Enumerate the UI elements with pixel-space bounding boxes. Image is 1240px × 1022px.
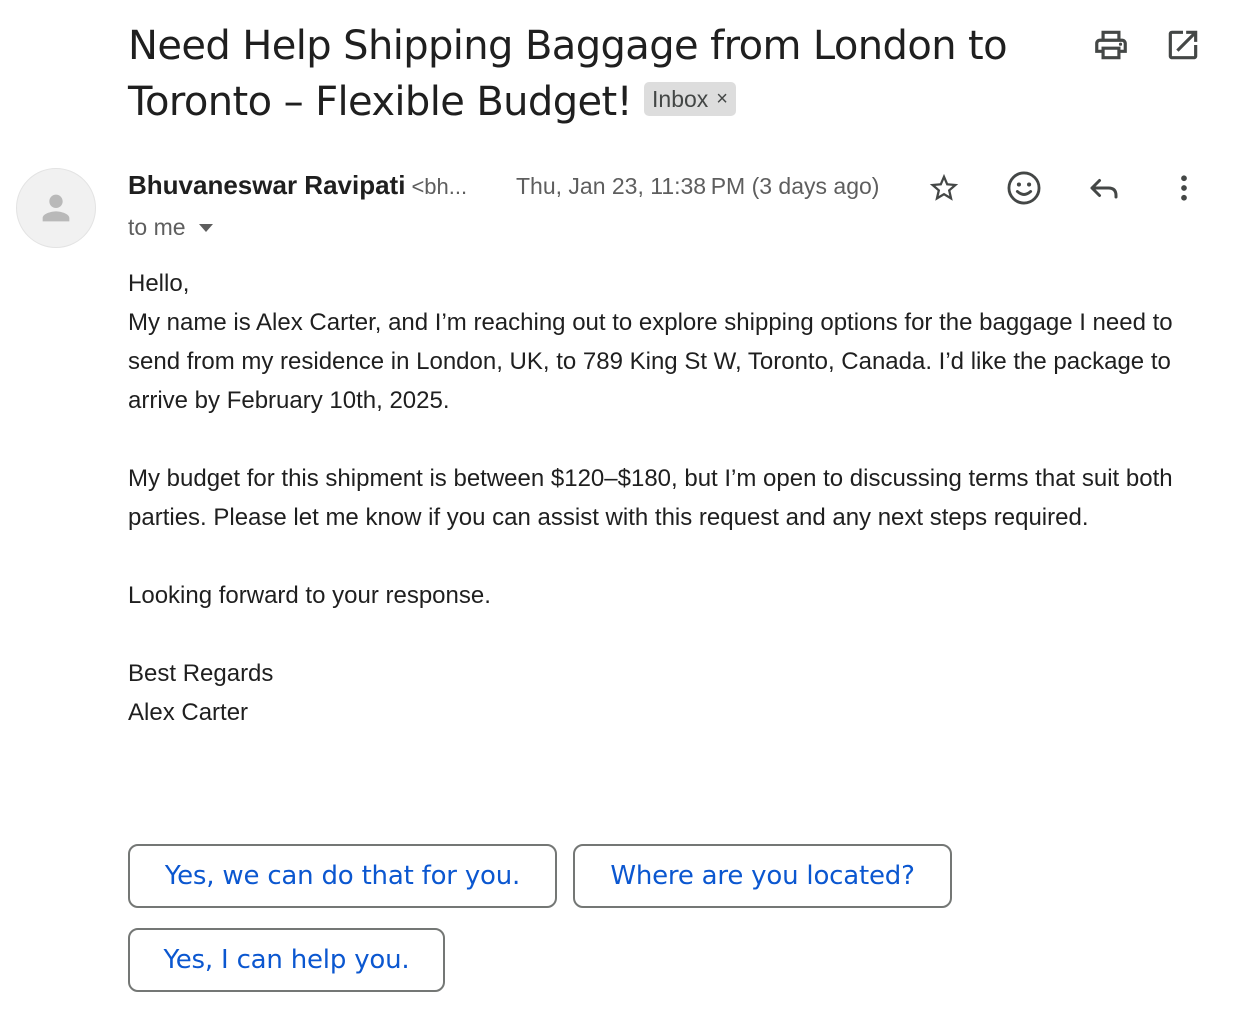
label-text: Inbox (652, 86, 709, 112)
smart-reply-button[interactable]: Where are you located? (573, 844, 952, 908)
recipient-text: to me (128, 214, 186, 240)
inbox-label-chip[interactable]: Inbox × (644, 82, 736, 116)
remove-label-icon[interactable]: × (716, 82, 728, 116)
sender-avatar[interactable] (16, 168, 96, 248)
emoji-icon[interactable] (1004, 168, 1044, 208)
smart-reply-button[interactable]: Yes, I can help you. (128, 928, 445, 992)
greeting: Hello, (128, 270, 190, 297)
recipient-details-toggle[interactable]: to me (128, 214, 216, 241)
smart-reply-button[interactable]: Yes, we can do that for you. (128, 844, 557, 908)
body-paragraph-2: My budget for this shipment is between $… (128, 465, 1173, 531)
star-icon[interactable] (924, 168, 964, 208)
body-paragraph-3: Looking forward to your response. (128, 582, 491, 609)
signature: Alex Carter (128, 699, 249, 726)
more-vert-icon[interactable] (1164, 168, 1204, 208)
reply-icon[interactable] (1084, 168, 1124, 208)
print-icon[interactable] (1092, 26, 1130, 64)
signoff: Best Regards (128, 660, 274, 687)
email-body: Hello, My name is Alex Carter, and I’m r… (128, 264, 1218, 732)
open-in-new-icon[interactable] (1164, 26, 1202, 64)
email-subject: Need Help Shipping Baggage from London t… (128, 18, 1068, 130)
arrow-drop-down-icon (198, 223, 213, 232)
sender-name[interactable]: Bhuvaneswar Ravipati (128, 170, 405, 201)
sender-email[interactable]: <bh... (411, 174, 467, 200)
body-paragraph-1: My name is Alex Carter, and I’m reaching… (128, 309, 1173, 414)
sender-info: Bhuvaneswar Ravipati <bh... (128, 170, 467, 201)
subject-text: Need Help Shipping Baggage from London t… (128, 23, 1008, 125)
email-date: Thu, Jan 23, 11:38 PM (3 days ago) (516, 173, 880, 199)
person-icon (42, 194, 70, 222)
